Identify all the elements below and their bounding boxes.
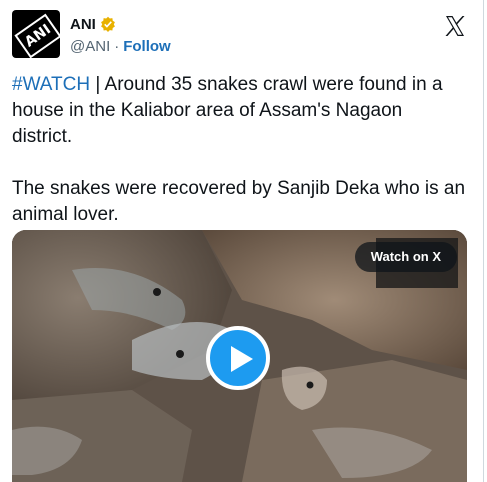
tweet-text: #WATCH | Around 35 snakes crawl were fou… [12, 72, 467, 254]
separator: · [114, 38, 120, 55]
verified-badge-icon [100, 16, 115, 32]
watch-on-x-button[interactable]: Watch on X [354, 242, 457, 272]
x-logo-icon[interactable] [443, 14, 467, 38]
handle-row: @ANI · Follow [70, 38, 171, 55]
play-button[interactable] [206, 326, 270, 390]
video-thumbnail[interactable]: Watch on X [12, 230, 467, 482]
play-icon [231, 346, 253, 372]
avatar[interactable]: ANI [12, 10, 60, 58]
follow-button[interactable]: Follow [123, 38, 171, 55]
author-handle[interactable]: @ANI [70, 38, 110, 55]
tweet-header: ANI ANI @ANI · Follow [12, 10, 471, 60]
tweet-paragraph-1: #WATCH | Around 35 snakes crawl were fou… [12, 72, 467, 150]
author-name-row: ANI [70, 14, 116, 34]
tweet-card: ANI ANI @ANI · Follow #WATCH | Around 35… [0, 0, 484, 482]
hashtag-link[interactable]: #WATCH [12, 74, 90, 95]
author-name[interactable]: ANI [70, 16, 96, 33]
tweet-paragraph-2: The snakes were recovered by Sanjib Deka… [12, 178, 466, 225]
ani-logo-icon: ANI [14, 13, 60, 58]
